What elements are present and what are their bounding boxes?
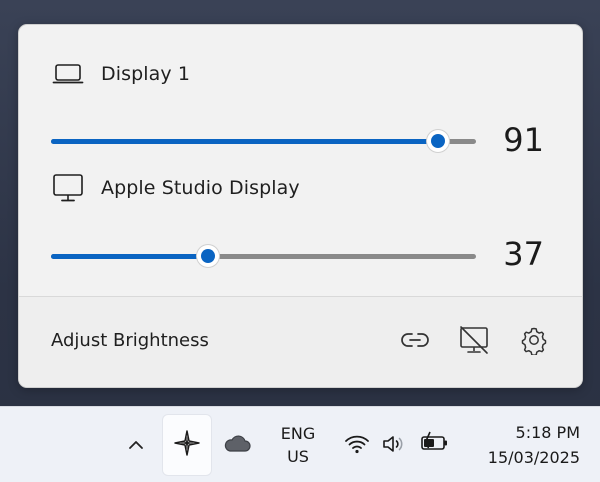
clock[interactable]: 5:18 PM 15/03/2025 xyxy=(464,419,580,471)
clock-time: 5:18 PM xyxy=(515,423,580,442)
display-1-brightness-slider[interactable] xyxy=(51,130,476,152)
chevron-up-icon xyxy=(127,436,145,455)
brightness-flyout: Display 1 91 Apple Studio Display 37 Adj… xyxy=(18,24,583,388)
display-2-section: Apple Studio Display 37 xyxy=(19,171,582,273)
display-1-name: Display 1 xyxy=(101,63,191,85)
slider-thumb[interactable] xyxy=(197,245,220,267)
taskbar: ENG US 5:18 PM 15/03/2025 xyxy=(0,406,600,482)
slider-thumb-dot xyxy=(201,249,216,263)
display-2-brightness-value: 37 xyxy=(503,235,544,273)
volume-icon xyxy=(381,433,409,459)
slider-fill xyxy=(51,254,209,259)
link-button[interactable] xyxy=(397,324,433,360)
weather-cloud-icon xyxy=(222,432,252,458)
slider-thumb[interactable] xyxy=(426,130,449,152)
battery-charging-icon xyxy=(419,431,449,457)
wifi-button[interactable] xyxy=(341,431,373,461)
volume-button[interactable] xyxy=(377,431,413,461)
laptop-icon xyxy=(51,57,85,91)
display-1-header: Display 1 xyxy=(51,57,190,91)
twinkle-tray-app-icon xyxy=(173,429,201,461)
settings-button[interactable] xyxy=(516,324,552,360)
language-indicator[interactable]: ENG US xyxy=(268,421,328,469)
display-1-section: Display 1 91 xyxy=(19,57,582,159)
clock-date: 15/03/2025 xyxy=(487,448,580,467)
language-region: US xyxy=(287,447,309,466)
link-icon xyxy=(400,330,430,354)
display-2-brightness-slider[interactable] xyxy=(51,245,476,267)
settings-gear-icon xyxy=(519,325,549,359)
slider-thumb-dot xyxy=(430,134,445,148)
turn-off-displays-button[interactable] xyxy=(456,324,492,360)
display-2-name: Apple Studio Display xyxy=(101,177,300,199)
weather-button[interactable] xyxy=(219,429,255,461)
monitor-icon xyxy=(51,171,85,205)
flyout-footer: Adjust Brightness xyxy=(19,296,582,387)
language-code: ENG xyxy=(280,424,316,443)
show-hidden-icons-button[interactable] xyxy=(120,429,152,461)
slider-fill xyxy=(51,139,438,144)
footer-title: Adjust Brightness xyxy=(51,330,209,351)
twinkle-tray-button[interactable] xyxy=(163,415,211,475)
display-2-header: Apple Studio Display xyxy=(51,171,300,205)
display-off-icon xyxy=(458,324,490,360)
display-1-brightness-value: 91 xyxy=(503,121,544,159)
battery-button[interactable] xyxy=(416,429,452,459)
wifi-icon xyxy=(344,434,370,458)
